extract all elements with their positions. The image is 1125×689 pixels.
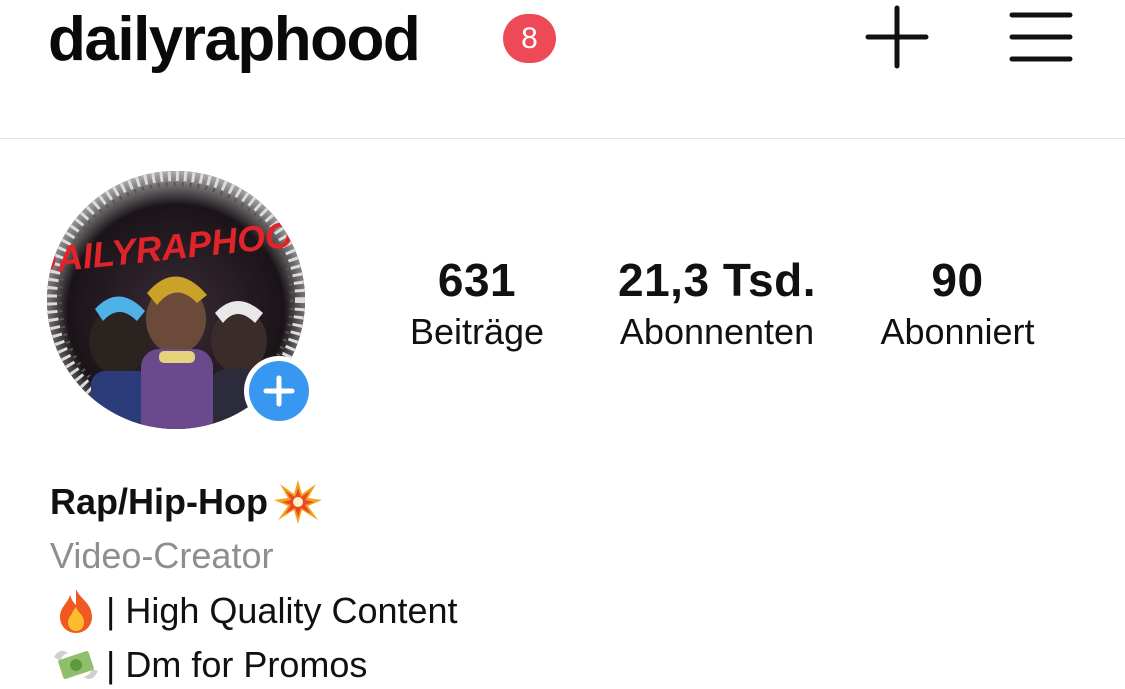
hamburger-menu-icon — [1009, 12, 1073, 62]
bio-line-content: | High Quality Content — [50, 584, 1050, 638]
money-with-wings-icon — [54, 650, 98, 679]
following-count: 90 — [931, 254, 984, 306]
new-post-button[interactable] — [862, 4, 932, 70]
posts-label: Beiträge — [409, 311, 545, 352]
collision-icon — [273, 480, 322, 524]
plus-icon — [865, 5, 929, 69]
posts-stat[interactable]: 631 Beiträge — [388, 252, 566, 356]
following-label: Abonniert — [880, 311, 1035, 352]
following-stat[interactable]: 90 Abonniert — [855, 252, 1060, 356]
posts-count: 631 — [437, 254, 517, 306]
bio-category: Video-Creator — [50, 535, 274, 576]
fire-icon — [60, 589, 92, 633]
followers-stat[interactable]: 21,3 Tsd. Abonnenten — [603, 252, 831, 356]
add-story-button[interactable] — [244, 356, 314, 426]
plus-icon — [263, 375, 295, 407]
followers-count: 21,3 Tsd. — [618, 254, 816, 306]
bio-line-text: | Dm for Promos — [106, 644, 368, 685]
followers-label: Abonnenten — [619, 311, 815, 352]
notification-badge[interactable]: 8 — [503, 14, 556, 63]
add-story-circle — [249, 361, 309, 421]
menu-button[interactable] — [1006, 8, 1076, 66]
bio-line-promos: | Dm for Promos — [50, 638, 1050, 689]
bio-line-text: | High Quality Content — [106, 590, 458, 631]
bio-name-row: Rap/Hip-Hop — [50, 476, 1050, 528]
username[interactable]: dailyraphood — [48, 2, 421, 78]
bio-name: Rap/Hip-Hop — [50, 481, 268, 522]
profile-header: dailyraphood 8 — [0, 0, 1125, 139]
bio-section: Rap/Hip-Hop Video-Creator | High Quality… — [50, 476, 1050, 689]
